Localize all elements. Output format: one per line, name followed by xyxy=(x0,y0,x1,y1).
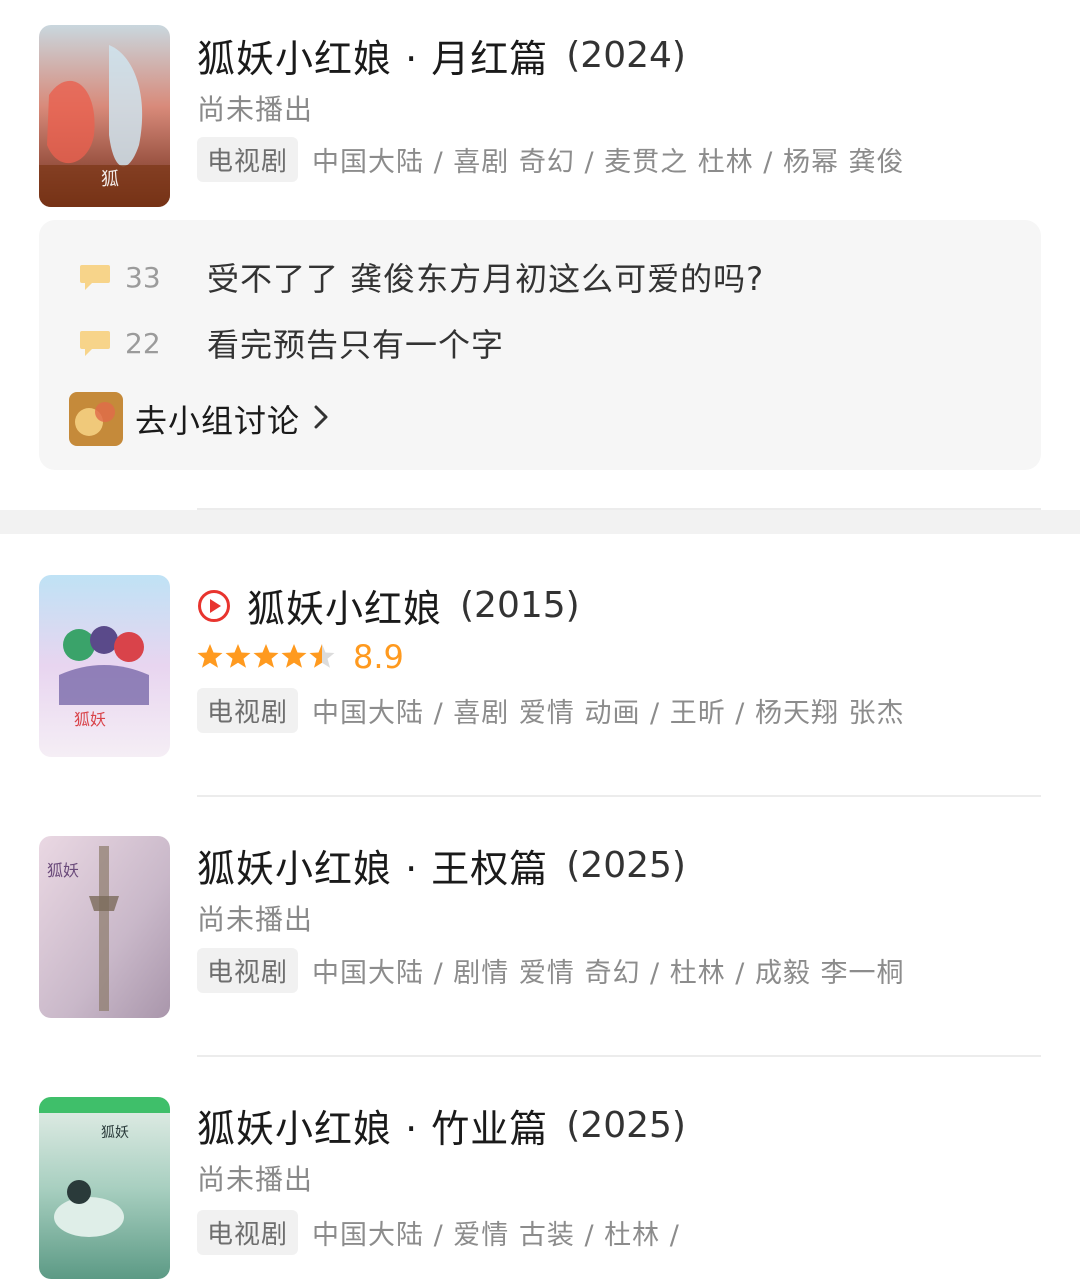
discussion-panel: 33 受不了了 龚俊东方月初这么可爱的吗? 22 看完预告只有一个字 去小组讨论 xyxy=(39,220,1041,470)
group-link-label[interactable]: 去小组讨论 xyxy=(135,396,300,442)
item-year: (2015) xyxy=(460,585,580,626)
fade-overlay xyxy=(690,1208,880,1252)
rating-score: 8.9 xyxy=(353,638,404,676)
group-avatar xyxy=(69,392,123,446)
chevron-right-icon xyxy=(314,405,328,433)
air-status: 尚未播出 xyxy=(197,93,314,126)
air-status: 尚未播出 xyxy=(197,903,314,936)
reply-count: 22 xyxy=(125,326,161,360)
comment-text[interactable]: 看完预告只有一个字 xyxy=(207,320,504,366)
item-meta: 中国大陆 / 爱情 古装 / 杜林 / xyxy=(312,1220,680,1251)
poster-thumbnail[interactable]: 狐 xyxy=(39,25,170,207)
movie-item-1[interactable]: 狐 狐妖小红娘 · 月红篇 (2024) 尚未播出 电视剧 中国大陆 / 喜剧 … xyxy=(0,0,1080,500)
comment-bubble-icon xyxy=(79,261,111,293)
type-tag: 电视剧 xyxy=(197,688,299,733)
item-title[interactable]: 狐妖小红娘 xyxy=(247,578,442,633)
play-icon[interactable] xyxy=(197,589,231,623)
divider xyxy=(197,795,1041,797)
svg-text:狐妖: 狐妖 xyxy=(101,1125,129,1141)
group-discussion-link[interactable]: 去小组讨论 xyxy=(69,392,328,446)
movie-item-4[interactable]: 狐妖 狐妖小红娘 · 竹业篇 (2025) 尚未播出 电视剧 中国大陆 / 爱情… xyxy=(0,1080,1080,1279)
item-title[interactable]: 狐妖小红娘 · 竹业篇 xyxy=(197,1098,548,1153)
item-title[interactable]: 狐妖小红娘 · 王权篇 xyxy=(197,838,548,893)
item-meta: 中国大陆 / 剧情 爱情 奇幻 / 杜林 / 成毅 李一桐 xyxy=(312,958,905,989)
item-year: (2024) xyxy=(566,35,686,76)
movie-item-2[interactable]: 狐妖 狐妖小红娘 (2015) 8.9 电视剧 中国大陆 / 喜剧 爱情 动画 … xyxy=(0,560,1080,800)
divider xyxy=(197,1055,1041,1057)
comment-text[interactable]: 受不了了 龚俊东方月初这么可爱的吗? xyxy=(207,254,764,300)
svg-text:狐妖: 狐妖 xyxy=(74,710,106,729)
comment-row[interactable]: 33 受不了了 龚俊东方月初这么可爱的吗? xyxy=(79,254,764,300)
item-meta: 中国大陆 / 喜剧 奇幻 / 麦贯之 杜林 / 杨幂 龚俊 xyxy=(312,147,905,178)
item-title[interactable]: 狐妖小红娘 · 月红篇 xyxy=(197,28,548,83)
item-year: (2025) xyxy=(566,845,686,886)
item-meta: 中国大陆 / 喜剧 爱情 动画 / 王昕 / 杨天翔 张杰 xyxy=(312,698,905,729)
type-tag: 电视剧 xyxy=(197,137,299,182)
reply-count: 33 xyxy=(125,260,161,294)
star-rating xyxy=(197,643,339,671)
type-tag: 电视剧 xyxy=(197,1210,299,1255)
svg-text:狐妖: 狐妖 xyxy=(47,861,79,880)
type-tag: 电视剧 xyxy=(197,948,299,993)
comment-row[interactable]: 22 看完预告只有一个字 xyxy=(79,320,504,366)
movie-item-3[interactable]: 狐妖 狐妖小红娘 · 王权篇 (2025) 尚未播出 电视剧 中国大陆 / 剧情… xyxy=(0,820,1080,1060)
poster-thumbnail[interactable]: 狐妖 xyxy=(39,836,170,1018)
poster-thumbnail[interactable]: 狐妖 xyxy=(39,1097,170,1279)
air-status: 尚未播出 xyxy=(197,1163,314,1196)
poster-thumbnail[interactable]: 狐妖 xyxy=(39,575,170,757)
comment-bubble-icon xyxy=(79,327,111,359)
section-gap xyxy=(0,510,1080,534)
item-year: (2025) xyxy=(566,1105,686,1146)
svg-text:狐: 狐 xyxy=(101,169,119,190)
